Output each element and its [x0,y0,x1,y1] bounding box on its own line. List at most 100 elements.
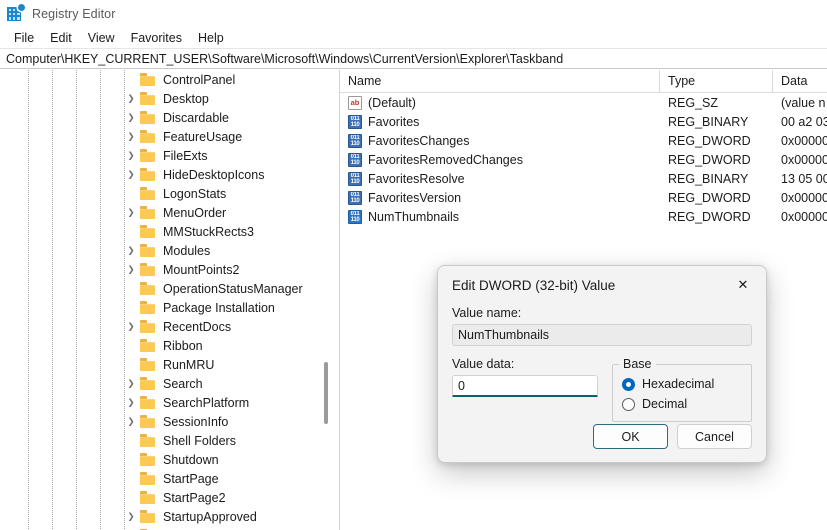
table-row[interactable]: 011 110 FavoritesRemovedChanges REG_DWORD 0x… [340,150,827,169]
tree-item-label: Package Installation [163,300,275,315]
value-name-cell: 011 110 NumThumbnails [340,209,660,224]
close-icon[interactable]: ✕ [722,270,764,300]
value-data-input[interactable]: 0 [452,375,598,397]
ok-button[interactable]: OK [593,424,668,449]
radio-decimal[interactable]: Decimal [622,394,743,414]
folder-icon [140,358,157,371]
table-row[interactable]: 011 110 FavoritesResolve REG_BINARY 13 05 00 [340,169,827,188]
base-legend: Base [619,357,656,371]
tree-item-fileexts[interactable]: FileExts [0,146,339,165]
chevron-right-icon[interactable] [122,170,140,179]
binary-value-icon: 011 110 [348,209,362,224]
tree-item-searchplatform[interactable]: SearchPlatform [0,393,339,412]
tree-item-label: RecentDocs [163,319,232,334]
tree-scrollbar[interactable] [324,70,330,530]
tree-item-startpage[interactable]: StartPage [0,469,339,488]
tree-item-controlpanel[interactable]: ControlPanel [0,70,339,89]
edit-dword-dialog: Edit DWORD (32-bit) Value ✕ Value name: … [437,265,767,463]
folder-icon [140,377,157,390]
tree-item-recentdocs[interactable]: RecentDocs [0,317,339,336]
column-header-name[interactable]: Name [340,70,660,93]
column-header-data[interactable]: Data [773,70,827,93]
tree-item-ribbon[interactable]: Ribbon [0,336,339,355]
binary-value-icon: 011 110 [348,152,362,167]
chevron-right-icon[interactable] [122,265,140,274]
binary-value-icon: 011 110 [348,114,362,129]
chevron-right-icon[interactable] [122,208,140,217]
column-header-type[interactable]: Type [660,70,773,93]
tree-scrollbar-thumb[interactable] [324,362,328,424]
tree-item-package-installation[interactable]: Package Installation [0,298,339,317]
registry-editor-icon [7,4,25,22]
table-row[interactable]: 011 110 FavoritesChanges REG_DWORD 0x00000 [340,131,827,150]
value-data-cell: 0x00000 [781,190,827,205]
tree-item-runmru[interactable]: RunMRU [0,355,339,374]
tree-items: ControlPanel Desktop Discardable FeatureUsa… [0,70,339,530]
tree-item-startpage2[interactable]: StartPage2 [0,488,339,507]
menu-help[interactable]: Help [190,29,232,47]
chevron-right-icon[interactable] [122,246,140,255]
tree-item-label: ControlPanel [163,72,236,87]
chevron-right-icon[interactable] [122,322,140,331]
chevron-right-icon[interactable] [122,113,140,122]
radio-decimal-label: Decimal [642,397,688,411]
tree-item-shell-folders[interactable]: Shell Folders [0,431,339,450]
tree-item-label: Desktop [163,91,209,106]
menu-favorites[interactable]: Favorites [123,29,190,47]
tree-item-sessioninfo[interactable]: SessionInfo [0,412,339,431]
tree-item-label: MenuOrder [163,205,227,220]
tree-item-label: HideDesktopIcons [163,167,265,182]
tree-item-operationstatusmanager[interactable]: OperationStatusManager [0,279,339,298]
window-titlebar: Registry Editor [0,0,827,28]
tree-item-discardable[interactable]: Discardable [0,108,339,127]
value-type-cell: REG_DWORD [668,209,751,224]
value-name-cell: 011 110 FavoritesResolve [340,171,660,186]
value-type-cell: REG_DWORD [668,190,751,205]
value-name-cell: 011 110 FavoritesRemovedChanges [340,152,660,167]
registry-tree-pane[interactable]: ControlPanel Desktop Discardable FeatureUsa… [0,70,340,530]
chevron-right-icon[interactable] [122,132,140,141]
chevron-right-icon[interactable] [122,398,140,407]
value-data-cell: 0x00000 [781,152,827,167]
tree-item-mmstuckrects3[interactable]: MMStuckRects3 [0,222,339,241]
tree-item-label: StartPage [163,471,219,486]
value-type-cell: REG_DWORD [668,152,751,167]
chevron-right-icon[interactable] [122,151,140,160]
tree-item-hidedesktopicons[interactable]: HideDesktopIcons [0,165,339,184]
tree-item-logonstats[interactable]: LogonStats [0,184,339,203]
tree-item-streammru[interactable]: StreamMRU [0,526,339,530]
chevron-right-icon[interactable] [122,512,140,521]
tree-item-startupapproved[interactable]: StartupApproved [0,507,339,526]
tree-item-search[interactable]: Search [0,374,339,393]
table-row[interactable]: 011 110 FavoritesVersion REG_DWORD 0x00000 [340,188,827,207]
chevron-right-icon[interactable] [122,379,140,388]
chevron-right-icon[interactable] [122,94,140,103]
table-row[interactable]: 011 110 NumThumbnails REG_DWORD 0x00000 [340,207,827,226]
menu-view[interactable]: View [80,29,123,47]
table-row[interactable]: ab (Default) REG_SZ (value n [340,93,827,112]
radio-decimal-indicator [622,397,635,411]
tree-item-mountpoints2[interactable]: MountPoints2 [0,260,339,279]
tree-item-modules[interactable]: Modules [0,241,339,260]
menu-edit[interactable]: Edit [42,29,80,47]
cancel-button[interactable]: Cancel [677,424,752,449]
chevron-right-icon[interactable] [122,417,140,426]
radio-hexadecimal-indicator [622,377,635,391]
value-name-cell: 011 110 Favorites [340,114,660,129]
folder-icon [140,491,157,504]
folder-icon [140,149,157,162]
address-bar[interactable]: Computer\HKEY_CURRENT_USER\Software\Micr… [0,49,827,69]
menu-file[interactable]: File [6,29,42,47]
folder-icon [140,434,157,447]
tree-item-desktop[interactable]: Desktop [0,89,339,108]
tree-item-label: Shutdown [163,452,219,467]
tree-item-label: MMStuckRects3 [163,224,254,239]
value-name-text: NumThumbnails [368,209,460,224]
tree-item-featureusage[interactable]: FeatureUsage [0,127,339,146]
tree-item-shutdown[interactable]: Shutdown [0,450,339,469]
table-row[interactable]: 011 110 Favorites REG_BINARY 00 a2 03 [340,112,827,131]
radio-hexadecimal[interactable]: Hexadecimal [622,374,743,394]
tree-item-menuorder[interactable]: MenuOrder [0,203,339,222]
tree-item-label: FeatureUsage [163,129,243,144]
value-name-input[interactable]: NumThumbnails [452,324,752,346]
